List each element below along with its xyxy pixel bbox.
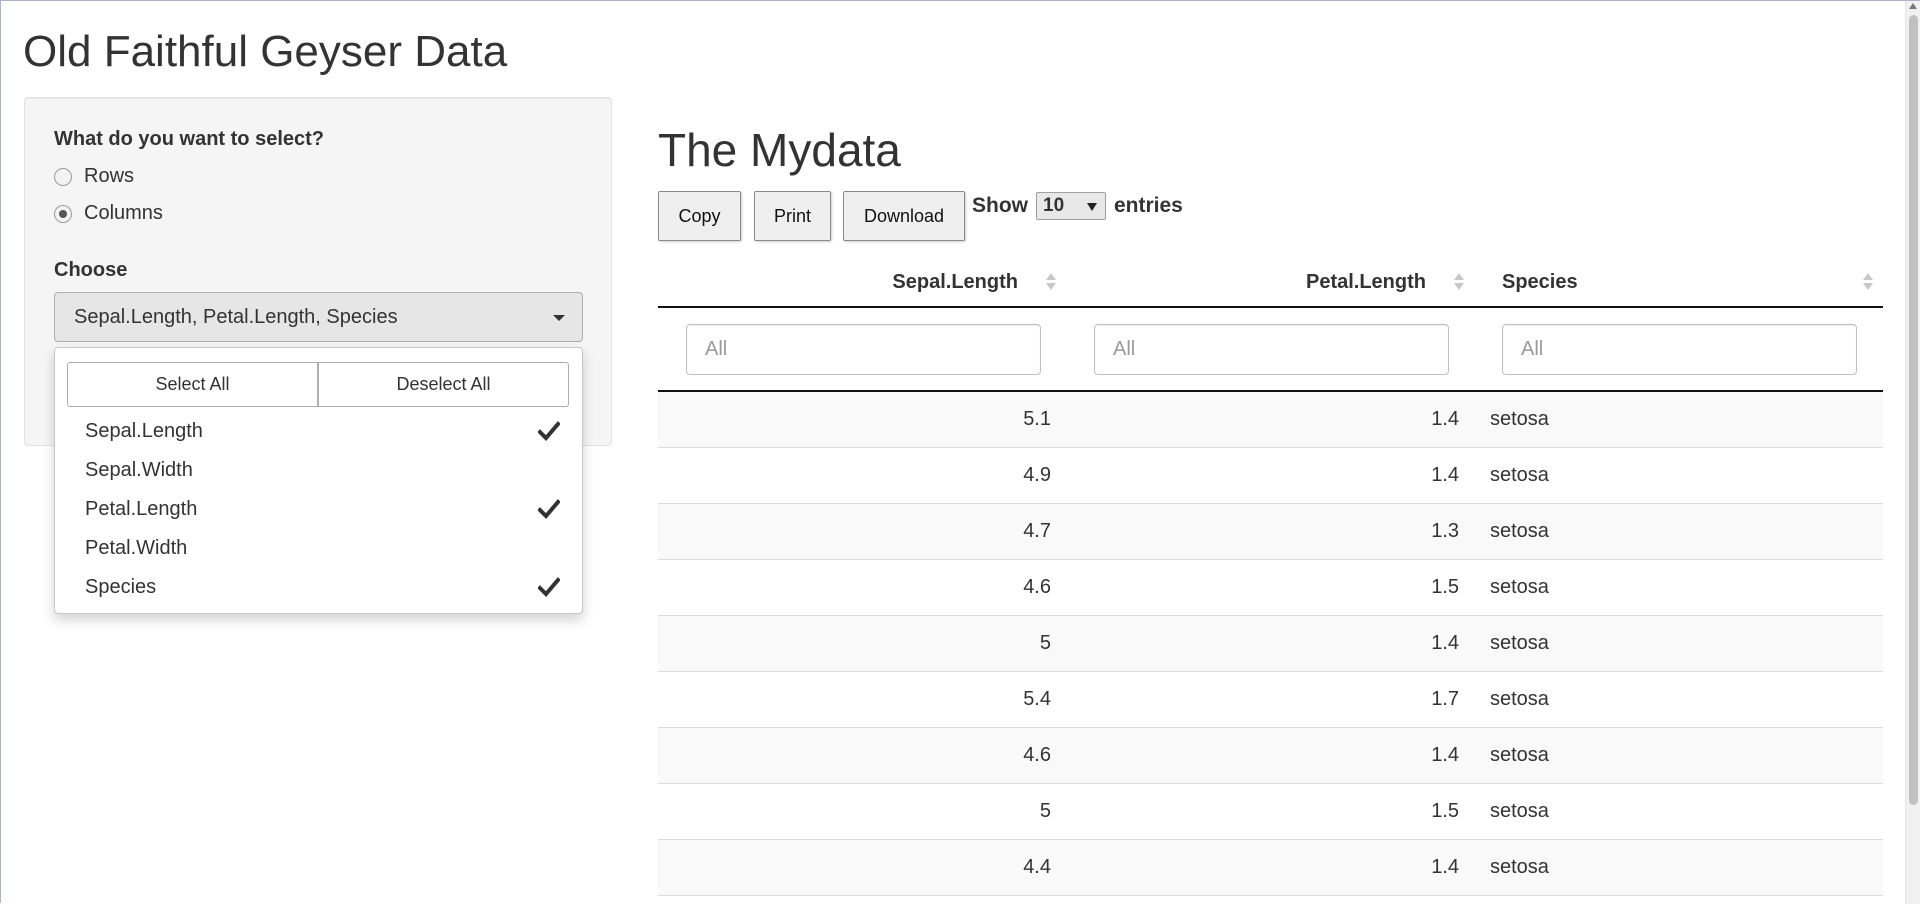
- option-label: Species: [85, 576, 157, 598]
- select-mode-label: What do you want to select?: [54, 128, 325, 150]
- check-icon: [538, 577, 560, 597]
- table-cell: setosa: [1490, 632, 1549, 654]
- table-header: Sepal.Length Petal.Length Species: [658, 256, 1883, 308]
- sort-icon: [1046, 273, 1056, 291]
- table-cell: setosa: [1490, 576, 1549, 598]
- table-cell: 4.6: [1023, 576, 1051, 598]
- table-cell: setosa: [1490, 744, 1549, 766]
- option-label: Petal.Width: [85, 537, 188, 559]
- table-cell: 5.4: [1023, 688, 1051, 710]
- table-row: 4.7 1.3 setosa: [658, 504, 1883, 560]
- dropdown-option-sepal-length[interactable]: Sepal.Length: [55, 412, 582, 451]
- table-cell: 1.7: [1431, 688, 1459, 710]
- dropdown-option-sepal-width[interactable]: Sepal.Width: [55, 451, 582, 490]
- dropdown-option-petal-length[interactable]: Petal.Length: [55, 490, 582, 529]
- table-cell: setosa: [1490, 408, 1549, 430]
- table-cell: 5: [1039, 632, 1051, 654]
- table-cell: 1.5: [1431, 800, 1459, 822]
- table-cell: 1.4: [1431, 744, 1459, 766]
- table-row: 5.4 1.7 setosa: [658, 672, 1883, 728]
- sort-icon: [1863, 273, 1873, 291]
- table-row: 4.4 1.4 setosa: [658, 840, 1883, 896]
- table-row: 5 1.4 setosa: [658, 616, 1883, 672]
- table-row: 5.1 1.4 setosa: [658, 392, 1883, 448]
- option-label: Sepal.Length: [85, 420, 203, 442]
- table-cell: 4.7: [1023, 520, 1051, 542]
- table-cell: 5: [1039, 800, 1051, 822]
- radio-rows-circle[interactable]: [54, 167, 72, 186]
- select-all-button[interactable]: Select All: [67, 362, 318, 407]
- table-body: 5.1 1.4 setosa 4.9 1.4 setosa 4.7 1.3 setosa 4.6 1…: [658, 392, 1883, 896]
- table-cell: setosa: [1490, 800, 1549, 822]
- radio-columns-label: Columns: [84, 202, 163, 224]
- scroll-up-icon[interactable]: [1909, 3, 1917, 9]
- filter-input-species[interactable]: [1502, 324, 1857, 375]
- chevron-down-icon: [553, 315, 565, 321]
- column-picker-dropdown: Select All Deselect All Sepal.Length Sep…: [54, 347, 583, 614]
- table-cell: 1.4: [1431, 856, 1459, 878]
- print-button[interactable]: Print: [754, 191, 831, 241]
- column-header-label: Species: [1502, 270, 1578, 293]
- page-length-value: 10: [1043, 195, 1065, 216]
- column-header-label: Petal.Length: [1305, 270, 1426, 293]
- table-row: 5 1.5 setosa: [658, 784, 1883, 840]
- filter-input-sepal-length[interactable]: [686, 324, 1041, 375]
- filter-row: [658, 308, 1883, 392]
- table-cell: setosa: [1490, 464, 1549, 486]
- table-cell: 4.6: [1023, 744, 1051, 766]
- table-row: 4.6 1.4 setosa: [658, 728, 1883, 784]
- table-cell: 4.9: [1023, 464, 1051, 486]
- main-title: The Mydata: [658, 124, 901, 176]
- download-button[interactable]: Download: [843, 191, 965, 241]
- table-cell: 1.4: [1431, 408, 1459, 430]
- column-header-species[interactable]: Species: [1502, 256, 1872, 308]
- page-scrollbar[interactable]: [1905, 1, 1920, 904]
- table-cell: 1.4: [1431, 632, 1459, 654]
- deselect-all-button[interactable]: Deselect All: [318, 362, 569, 407]
- radio-rows[interactable]: Rows: [54, 165, 134, 188]
- choose-label: Choose: [54, 259, 128, 281]
- option-label: Petal.Length: [85, 498, 198, 520]
- page-length-select[interactable]: 10: [1036, 192, 1106, 220]
- entries-label: entries: [1114, 194, 1183, 217]
- radio-columns-circle[interactable]: [54, 204, 72, 223]
- dropdown-option-species[interactable]: Species: [55, 568, 582, 607]
- table-cell: 1.3: [1431, 520, 1459, 542]
- copy-button[interactable]: Copy: [658, 191, 741, 241]
- dropdown-arrow-icon: [1087, 203, 1097, 211]
- table-cell: setosa: [1490, 856, 1549, 878]
- column-header-sepal-length[interactable]: Sepal.Length: [658, 256, 1042, 308]
- radio-rows-label: Rows: [84, 165, 135, 187]
- data-table: Sepal.Length Petal.Length Species 5.1 1.4…: [658, 256, 1883, 896]
- table-row: 4.6 1.5 setosa: [658, 560, 1883, 616]
- column-header-petal-length[interactable]: Petal.Length: [1066, 256, 1450, 308]
- table-row: 4.9 1.4 setosa: [658, 448, 1883, 504]
- table-cell: 4.4: [1023, 856, 1051, 878]
- option-label: Sepal.Width: [85, 459, 193, 481]
- filter-input-petal-length[interactable]: [1094, 324, 1449, 375]
- check-icon: [538, 421, 560, 441]
- dropdown-option-petal-width[interactable]: Petal.Width: [55, 529, 582, 568]
- scrollbar-thumb[interactable]: [1909, 15, 1918, 805]
- table-cell: setosa: [1490, 520, 1549, 542]
- bulk-actions: Select All Deselect All: [67, 362, 569, 407]
- column-picker-button[interactable]: Sepal.Length, Petal.Length, Species: [54, 292, 583, 342]
- column-header-label: Sepal.Length: [892, 270, 1018, 293]
- table-cell: 1.4: [1431, 464, 1459, 486]
- column-picker-value: Sepal.Length, Petal.Length, Species: [74, 305, 398, 328]
- check-icon: [538, 499, 560, 519]
- radio-columns[interactable]: Columns: [54, 202, 163, 225]
- show-label: Show: [972, 194, 1028, 217]
- page-length-control: Show 10 entries: [972, 192, 1183, 220]
- table-cell: 1.5: [1431, 576, 1459, 598]
- table-cell: 5.1: [1023, 408, 1051, 430]
- sort-icon: [1454, 273, 1464, 291]
- table-cell: setosa: [1490, 688, 1549, 710]
- app-title: Old Faithful Geyser Data: [23, 27, 508, 76]
